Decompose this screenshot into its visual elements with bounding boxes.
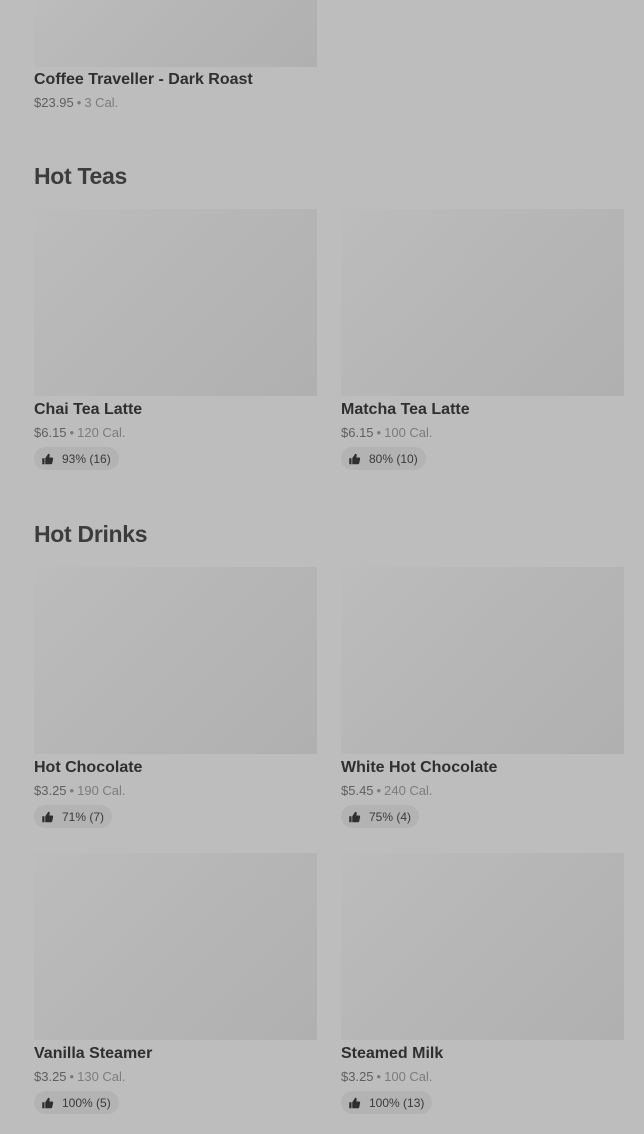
rating-text: 93% (16) bbox=[62, 451, 111, 466]
item-meta: $3.25 • 130 Cal. bbox=[34, 1069, 126, 1084]
item-price: $3.25 bbox=[34, 1069, 67, 1084]
item-image[interactable] bbox=[34, 567, 317, 754]
rating-text: 71% (7) bbox=[62, 809, 105, 824]
item-calories: 100 Cal. bbox=[384, 425, 433, 440]
item-meta: $3.25 • 190 Cal. bbox=[34, 783, 126, 798]
meta-separator: • bbox=[376, 425, 382, 440]
item-calories: 3 Cal. bbox=[84, 95, 119, 110]
item-name: Hot Chocolate bbox=[34, 759, 143, 776]
rating-text: 75% (4) bbox=[369, 809, 412, 824]
item-meta: $5.45 • 240 Cal. bbox=[341, 783, 433, 798]
meta-separator: • bbox=[69, 425, 75, 440]
thumbs-up-icon bbox=[349, 811, 361, 822]
item-calories: 130 Cal. bbox=[77, 1069, 126, 1084]
item-calories: 240 Cal. bbox=[384, 783, 433, 798]
item-image[interactable] bbox=[341, 567, 624, 754]
item-meta: $6.15 • 120 Cal. bbox=[34, 425, 126, 440]
item-price: $3.25 bbox=[341, 1069, 374, 1084]
meta-separator: • bbox=[69, 783, 75, 798]
item-calories: 190 Cal. bbox=[77, 783, 126, 798]
meta-separator: • bbox=[376, 1069, 382, 1084]
item-price: $6.15 bbox=[341, 425, 374, 440]
section-title-hot-drinks: Hot Drinks bbox=[34, 521, 148, 547]
rating-badge: 100% (13) bbox=[341, 1091, 433, 1114]
item-calories: 100 Cal. bbox=[384, 1069, 433, 1084]
item-name: Steamed Milk bbox=[341, 1045, 444, 1062]
item-meta: $3.25 • 100 Cal. bbox=[341, 1069, 433, 1084]
item-image[interactable] bbox=[341, 853, 624, 1040]
item-name: Coffee Traveller - Dark Roast bbox=[34, 71, 253, 88]
thumbs-up-icon bbox=[42, 453, 54, 464]
rating-badge: 100% (5) bbox=[34, 1091, 119, 1114]
item-name: Chai Tea Latte bbox=[34, 401, 143, 418]
rating-badge: 80% (10) bbox=[341, 447, 426, 470]
rating-badge: 93% (16) bbox=[34, 447, 119, 470]
item-calories: 120 Cal. bbox=[77, 425, 126, 440]
meta-separator: • bbox=[376, 783, 382, 798]
item-name: Matcha Tea Latte bbox=[341, 401, 470, 418]
item-price: $5.45 bbox=[341, 783, 374, 798]
item-price: $3.25 bbox=[34, 783, 67, 798]
thumbs-up-icon bbox=[42, 811, 54, 822]
item-price: $23.95 bbox=[34, 95, 74, 110]
thumbs-up-icon bbox=[349, 453, 361, 464]
item-image[interactable] bbox=[34, 853, 317, 1040]
item-meta: $6.15 • 100 Cal. bbox=[341, 425, 433, 440]
rating-text: 100% (5) bbox=[62, 1095, 111, 1110]
rating-text: 80% (10) bbox=[369, 451, 418, 466]
item-name: White Hot Chocolate bbox=[341, 759, 498, 776]
item-meta: $23.95 • 3 Cal. bbox=[34, 95, 118, 110]
section-title-hot-teas: Hot Teas bbox=[34, 163, 128, 189]
item-image[interactable] bbox=[34, 0, 317, 67]
rating-badge: 75% (4) bbox=[341, 805, 420, 828]
item-name: Vanilla Steamer bbox=[34, 1045, 153, 1062]
rating-badge: 71% (7) bbox=[34, 805, 113, 828]
item-image[interactable] bbox=[341, 209, 624, 396]
thumbs-up-icon bbox=[42, 1097, 54, 1108]
item-image[interactable] bbox=[34, 209, 317, 396]
item-price: $6.15 bbox=[34, 425, 67, 440]
thumbs-up-icon bbox=[349, 1097, 361, 1108]
meta-separator: • bbox=[76, 95, 82, 110]
rating-text: 100% (13) bbox=[369, 1095, 425, 1110]
meta-separator: • bbox=[69, 1069, 75, 1084]
